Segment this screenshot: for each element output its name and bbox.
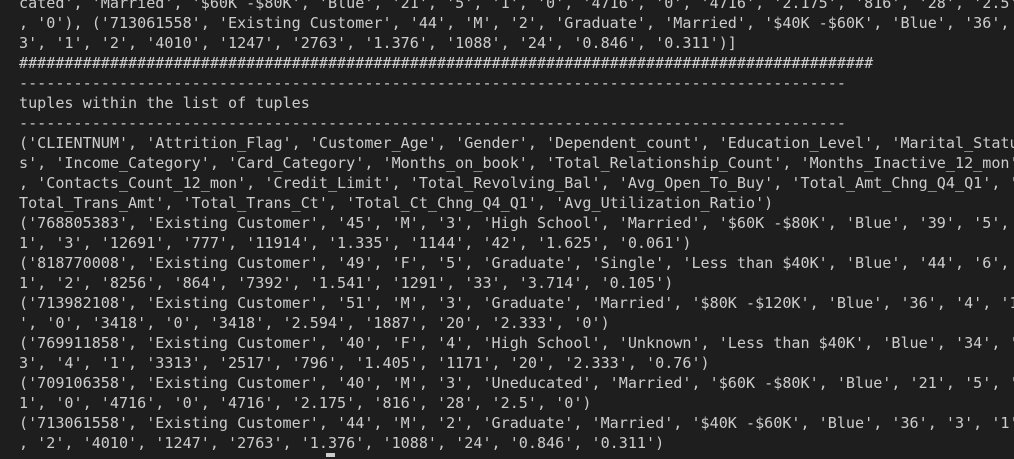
terminal-separator-dash: ----------------------------------------… <box>19 74 846 92</box>
terminal-line: , 'Contacts_Count_12_mon', 'Credit_Limit… <box>19 174 1014 192</box>
terminal-line: ('769911858', 'Existing Customer', '40',… <box>19 334 1014 352</box>
terminal-line: 1', '3', '12691', '777', '11914', '1.335… <box>19 234 692 252</box>
terminal-line: s', 'Income_Category', 'Card_Category', … <box>19 154 1014 172</box>
terminal-section-heading: tuples within the list of tuples <box>19 94 310 112</box>
terminal-line: ('768805383', 'Existing Customer', '45',… <box>19 214 1014 232</box>
terminal-line: 3', '1', '2', '4010', '1247', '2763', '1… <box>19 34 737 52</box>
terminal-line: ('CLIENTNUM', 'Attrition_Flag', 'Custome… <box>19 134 1014 152</box>
terminal-line: ', '0', '3418', '0', '3418', '2.594', '1… <box>19 314 610 332</box>
terminal-line: ('713982108', 'Existing Customer', '51',… <box>19 294 1014 312</box>
terminal-line: cated', 'Married', '$60K -$80K', 'Blue',… <box>19 0 1014 12</box>
terminal-line: ('709106358', 'Existing Customer', '40',… <box>19 374 1014 392</box>
terminal-line: 1', '2', '8256', '864', '7392', '1.541',… <box>19 274 674 292</box>
terminal-line: ('818770008', 'Existing Customer', '49',… <box>19 254 1014 272</box>
terminal-output: cated', 'Married', '$60K -$80K', 'Blue',… <box>19 0 1014 453</box>
terminal-line: 3', '4', '1', '3313', '2517', '796', '1.… <box>19 354 710 372</box>
terminal-line: , '2', '4010', '1247', '2763', '1.376', … <box>19 434 665 452</box>
terminal-line: , '0'), ('713061558', 'Existing Customer… <box>19 14 1014 32</box>
terminal-line: Total_Trans_Amt', 'Total_Trans_Ct', 'Tot… <box>19 194 774 212</box>
terminal-line: 1', '0', '4716', '0', '4716', '2.175', '… <box>19 394 592 412</box>
terminal-cursor <box>326 453 335 457</box>
terminal-separator-hash: ########################################… <box>19 54 874 72</box>
terminal-panel[interactable]: cated', 'Married', '$60K -$80K', 'Blue',… <box>0 0 1014 459</box>
terminal-separator-dash: ----------------------------------------… <box>19 114 846 132</box>
terminal-line: ('713061558', 'Existing Customer', '44',… <box>19 414 1014 432</box>
